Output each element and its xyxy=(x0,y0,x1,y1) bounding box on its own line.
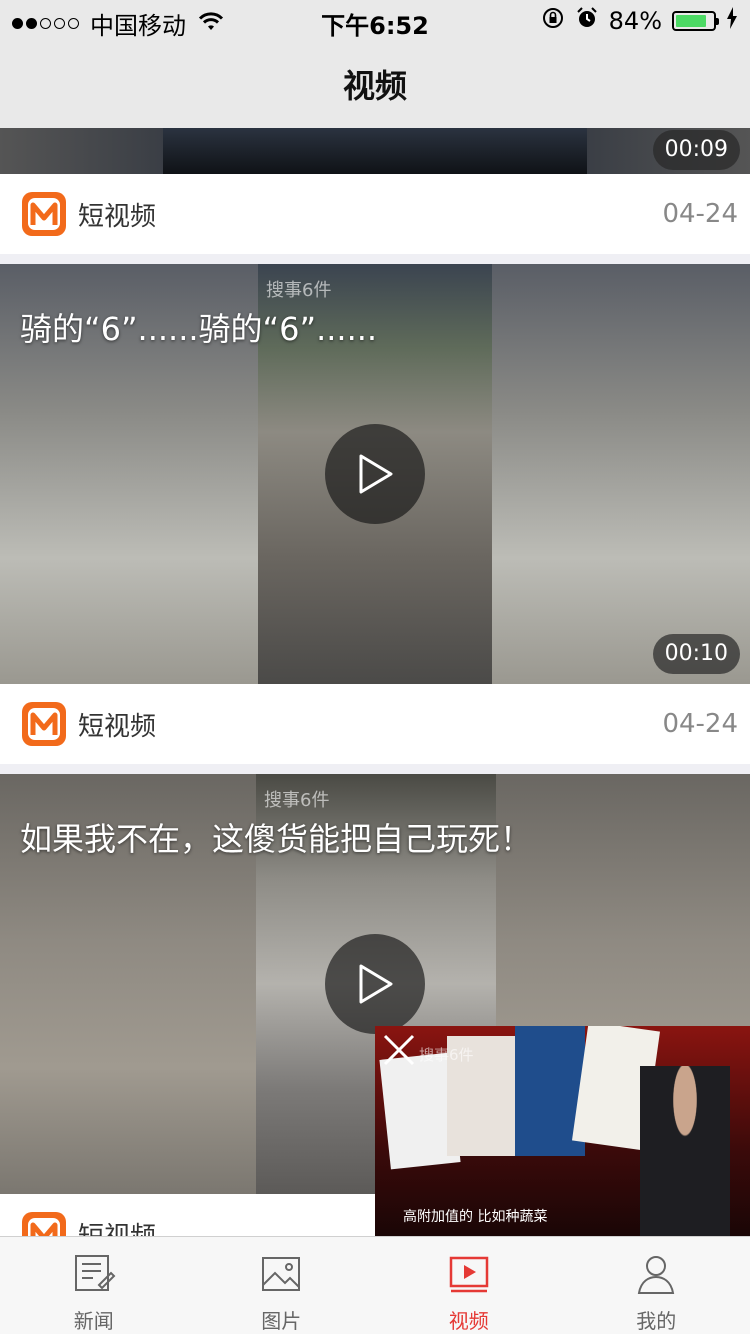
mini-player-close-button[interactable] xyxy=(381,1032,417,1068)
video-duration: 00:10 xyxy=(652,634,740,674)
thumbnail-frame xyxy=(163,128,587,174)
play-button[interactable] xyxy=(325,934,425,1034)
video-date: 04-24 xyxy=(662,709,738,739)
video-meta-row: 短视频 04-24 xyxy=(0,684,750,764)
profile-icon xyxy=(638,1256,675,1294)
video-title: 如果我不在，这傻货能把自己玩死！ xyxy=(20,820,533,858)
picture-icon xyxy=(262,1257,301,1291)
video-duration: 00:09 xyxy=(652,130,740,170)
navigation-bar: 视频 xyxy=(0,40,750,128)
mgtv-logo-icon xyxy=(22,702,66,746)
video-watermark: 搜事6件 xyxy=(264,790,330,811)
video-thumbnail[interactable]: 00:09 xyxy=(0,128,750,174)
video-watermark: 搜事6件 xyxy=(266,280,332,301)
mgtv-logo-icon xyxy=(22,192,66,236)
battery-icon xyxy=(672,11,719,31)
tab-label: 视频 xyxy=(448,1309,489,1333)
news-icon xyxy=(74,1255,116,1291)
mini-player[interactable]: 搜事6件 高附加值的 比如种蔬菜 xyxy=(375,1026,750,1236)
alarm-icon xyxy=(575,6,599,36)
play-icon xyxy=(359,964,393,1004)
tab-bar: 新闻 图片 视频 我的 xyxy=(0,1236,750,1334)
video-source: 短视频 xyxy=(78,201,157,232)
tab-label: 我的 xyxy=(636,1309,677,1333)
tab-label: 新闻 xyxy=(73,1309,114,1333)
status-right: 84% xyxy=(541,6,738,36)
video-icon xyxy=(449,1256,488,1293)
video-card-2[interactable]: 搜事6件 骑的“6”......骑的“6”...... 00:10 短视频 04… xyxy=(0,264,750,764)
video-card-1[interactable]: 00:09 短视频 04-24 xyxy=(0,128,750,254)
rotation-lock-icon xyxy=(541,6,565,36)
tab-profile[interactable]: 我的 xyxy=(563,1237,750,1334)
close-icon xyxy=(383,1034,415,1066)
video-source: 短视频 xyxy=(78,1216,156,1237)
video-date: 04-24 xyxy=(662,199,738,229)
mini-player-caption: 高附加值的 比如种蔬菜 xyxy=(403,1209,548,1225)
video-meta-row: 短视频 04-24 xyxy=(0,174,750,254)
tab-label: 图片 xyxy=(261,1309,302,1333)
tab-pictures[interactable]: 图片 xyxy=(188,1237,376,1334)
play-button[interactable] xyxy=(325,424,425,524)
video-source: 短视频 xyxy=(78,711,157,742)
tab-news[interactable]: 新闻 xyxy=(0,1237,188,1334)
battery-level xyxy=(676,15,707,27)
mini-player-watermark: 搜事6件 xyxy=(419,1046,474,1064)
tab-video[interactable]: 视频 xyxy=(375,1237,563,1334)
speaker-figure xyxy=(640,1066,730,1236)
charging-bolt-icon xyxy=(726,7,738,35)
mgtv-logo-icon xyxy=(22,1212,66,1236)
play-icon xyxy=(359,454,393,494)
video-title: 骑的“6”......骑的“6”...... xyxy=(20,310,378,348)
battery-percent: 84% xyxy=(608,7,662,35)
status-bar: 中国移动 下午6:52 84% xyxy=(0,0,750,40)
video-thumbnail[interactable]: 搜事6件 骑的“6”......骑的“6”...... 00:10 xyxy=(0,264,750,684)
page-title: 视频 xyxy=(342,67,407,105)
